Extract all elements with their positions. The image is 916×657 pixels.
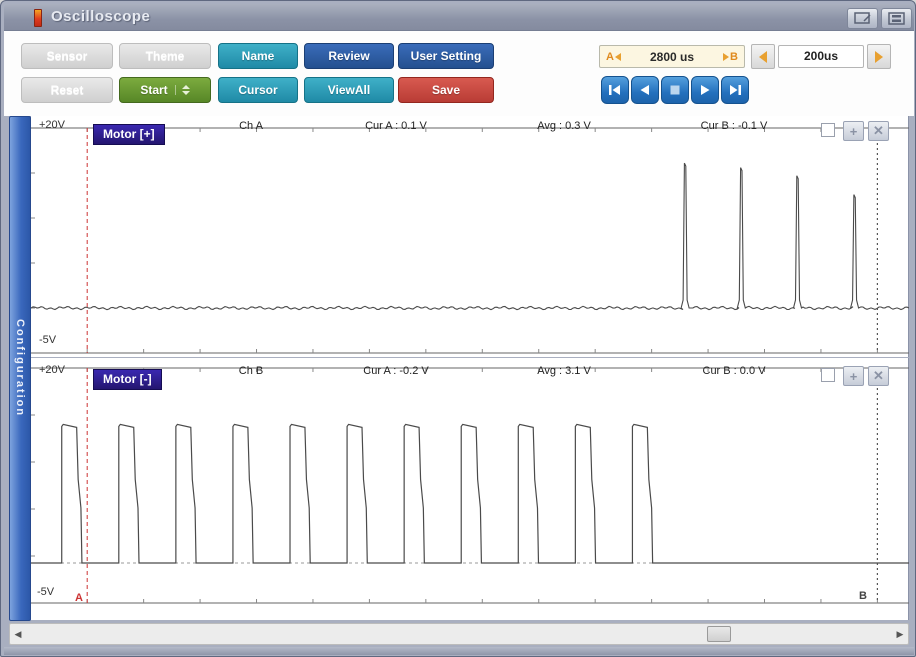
- scroll-right-arrow[interactable]: ▶: [892, 624, 908, 644]
- skip-end-icon: [728, 84, 742, 96]
- play-icon: [699, 84, 711, 96]
- viewall-button[interactable]: ViewAll: [304, 77, 394, 103]
- right-triangle-icon: [723, 53, 729, 61]
- skip-start-icon: [608, 84, 622, 96]
- save-button[interactable]: Save: [398, 77, 494, 103]
- waveform-chart-b[interactable]: [31, 358, 909, 620]
- start-button[interactable]: Start: [119, 77, 211, 103]
- ab-range-display: A 2800 us B: [599, 45, 745, 68]
- titlebar[interactable]: Oscilloscope: [4, 4, 914, 31]
- channel-name-badge[interactable]: Motor [-]: [93, 369, 162, 390]
- horizontal-scrollbar[interactable]: ◀ ▶: [9, 623, 909, 645]
- back-icon: [639, 84, 651, 96]
- layout-button[interactable]: [881, 8, 912, 29]
- cursor-b-axis-label[interactable]: B: [859, 590, 867, 602]
- channel-name-badge[interactable]: Motor [+]: [93, 124, 165, 145]
- stop-button[interactable]: [661, 76, 689, 104]
- window-title: Oscilloscope: [51, 8, 150, 25]
- chart-panel-motor-plus: +20V Motor [+] Ch A Cur A : 0.1 V Avg : …: [31, 116, 909, 357]
- scrollbar-thumb[interactable]: [707, 626, 731, 642]
- timebase-value: 200us: [778, 45, 864, 68]
- waveform-chart-a[interactable]: [31, 116, 909, 357]
- window-bottom-edge: [4, 647, 914, 655]
- theme-button[interactable]: Theme: [119, 43, 211, 69]
- y-max-label: +20V: [39, 119, 65, 131]
- chart-panel-motor-minus: +20V Motor [-] Ch B Cur A : -0.2 V Avg :…: [31, 358, 909, 620]
- channel-visibility-checkbox[interactable]: [821, 368, 835, 382]
- toolbar: Sensor Theme Name Review User Setting Re…: [4, 31, 914, 116]
- chart-b-header: +20V Motor [-] Ch B Cur A : -0.2 V Avg :…: [31, 358, 908, 388]
- review-button[interactable]: Review: [304, 43, 394, 69]
- add-channel-button[interactable]: +: [843, 121, 864, 141]
- sensor-button[interactable]: Sensor: [21, 43, 113, 69]
- stacked-panes-icon: [888, 12, 906, 25]
- cursor-button[interactable]: Cursor: [218, 77, 298, 103]
- close-channel-button[interactable]: ✕: [868, 121, 889, 141]
- add-channel-button[interactable]: +: [843, 366, 864, 386]
- cursor-a-marker: A: [606, 51, 621, 63]
- skip-to-end-button[interactable]: [721, 76, 749, 104]
- split-arrows-icon: [175, 85, 190, 95]
- cursor-b-readout: Cur B : -0.1 V: [669, 120, 799, 132]
- left-triangle-icon: [615, 53, 621, 61]
- timebase-increase-button[interactable]: [867, 44, 891, 69]
- cursor-a-axis-label[interactable]: A: [75, 592, 83, 604]
- skip-to-start-button[interactable]: [601, 76, 629, 104]
- monitor-icon: [854, 12, 872, 25]
- start-button-label: Start: [140, 78, 167, 102]
- cursor-b-marker: B: [723, 51, 738, 63]
- app-icon: [34, 9, 42, 27]
- timebase-decrease-button[interactable]: [751, 44, 775, 69]
- name-button[interactable]: Name: [218, 43, 298, 69]
- y-min-label: -5V: [37, 586, 54, 598]
- stop-icon: [669, 84, 681, 96]
- scroll-left-arrow[interactable]: ◀: [10, 624, 26, 644]
- configuration-label: Configuration: [14, 319, 26, 417]
- channel-id-label: Ch B: [186, 365, 316, 377]
- channel-id-label: Ch A: [186, 120, 316, 132]
- play-button[interactable]: [691, 76, 719, 104]
- step-back-button[interactable]: [631, 76, 659, 104]
- user-setting-button[interactable]: User Setting: [398, 43, 494, 69]
- avg-readout: Avg : 3.1 V: [499, 365, 629, 377]
- cursor-a-readout: Cur A : 0.1 V: [331, 120, 461, 132]
- ab-range-value: 2800 us: [650, 50, 694, 64]
- capture-button[interactable]: [847, 8, 878, 29]
- cursor-a-readout: Cur A : -0.2 V: [331, 365, 461, 377]
- avg-readout: Avg : 0.3 V: [499, 120, 629, 132]
- left-arrow-icon: [759, 51, 767, 63]
- oscilloscope-window: Oscilloscope Sensor Theme Name Review Us…: [0, 0, 916, 657]
- y-min-label: -5V: [39, 334, 56, 346]
- reset-button[interactable]: Reset: [21, 77, 113, 103]
- y-max-label: +20V: [39, 364, 65, 376]
- right-arrow-icon: [875, 51, 883, 63]
- chart-a-header: +20V Motor [+] Ch A Cur A : 0.1 V Avg : …: [31, 116, 908, 146]
- close-channel-button[interactable]: ✕: [868, 366, 889, 386]
- configuration-sidebar[interactable]: Configuration: [9, 116, 31, 621]
- cursor-b-readout: Cur B : 0.0 V: [669, 365, 799, 377]
- channel-visibility-checkbox[interactable]: [821, 123, 835, 137]
